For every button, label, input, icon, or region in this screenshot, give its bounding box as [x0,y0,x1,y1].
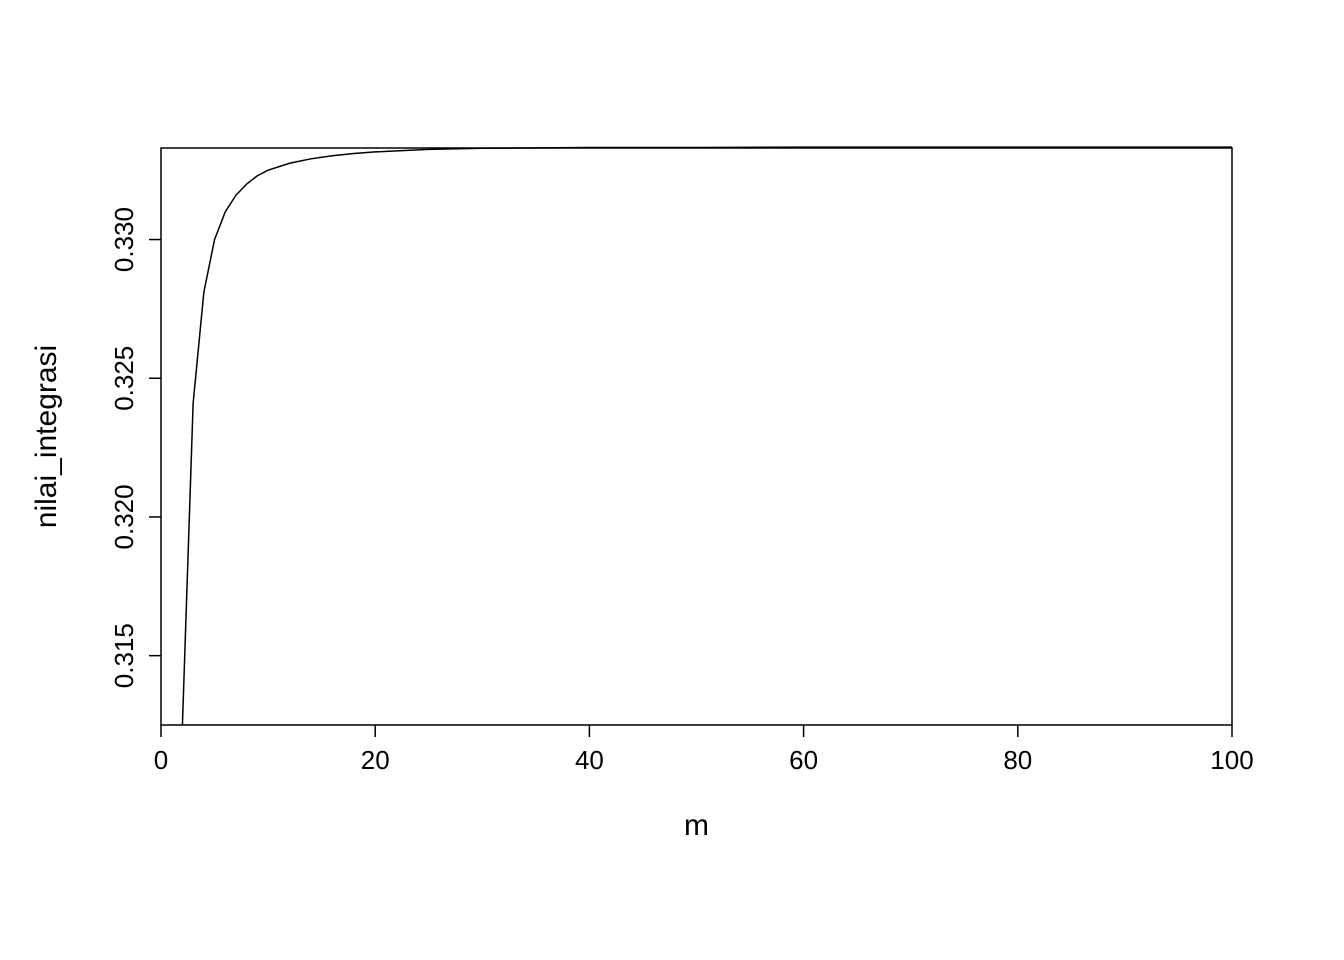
x-tick-label: 80 [1003,745,1032,775]
x-axis-label: m [684,809,709,842]
y-axis-label: nilai_integrasi [30,345,63,528]
y-tick-label: 0.325 [109,346,139,411]
y-tick-label: 0.315 [109,623,139,688]
x-tick-label: 60 [789,745,818,775]
x-axis-ticks: 0 20 40 60 80 100 [154,725,1254,775]
y-axis-ticks: 0.315 0.320 0.325 0.330 [109,207,161,688]
data-series-line [182,147,1232,725]
x-tick-label: 20 [361,745,390,775]
plot-frame [161,148,1232,725]
y-tick-label: 0.320 [109,484,139,549]
x-tick-label: 0 [154,745,168,775]
chart-container: 0 20 40 60 80 100 0.315 0.320 0.325 0.330 m nila… [0,0,1344,960]
x-tick-label: 100 [1210,745,1253,775]
y-tick-label: 0.330 [109,207,139,272]
line-chart: 0 20 40 60 80 100 0.315 0.320 0.325 0.330 m nila… [0,0,1344,960]
x-tick-label: 40 [575,745,604,775]
